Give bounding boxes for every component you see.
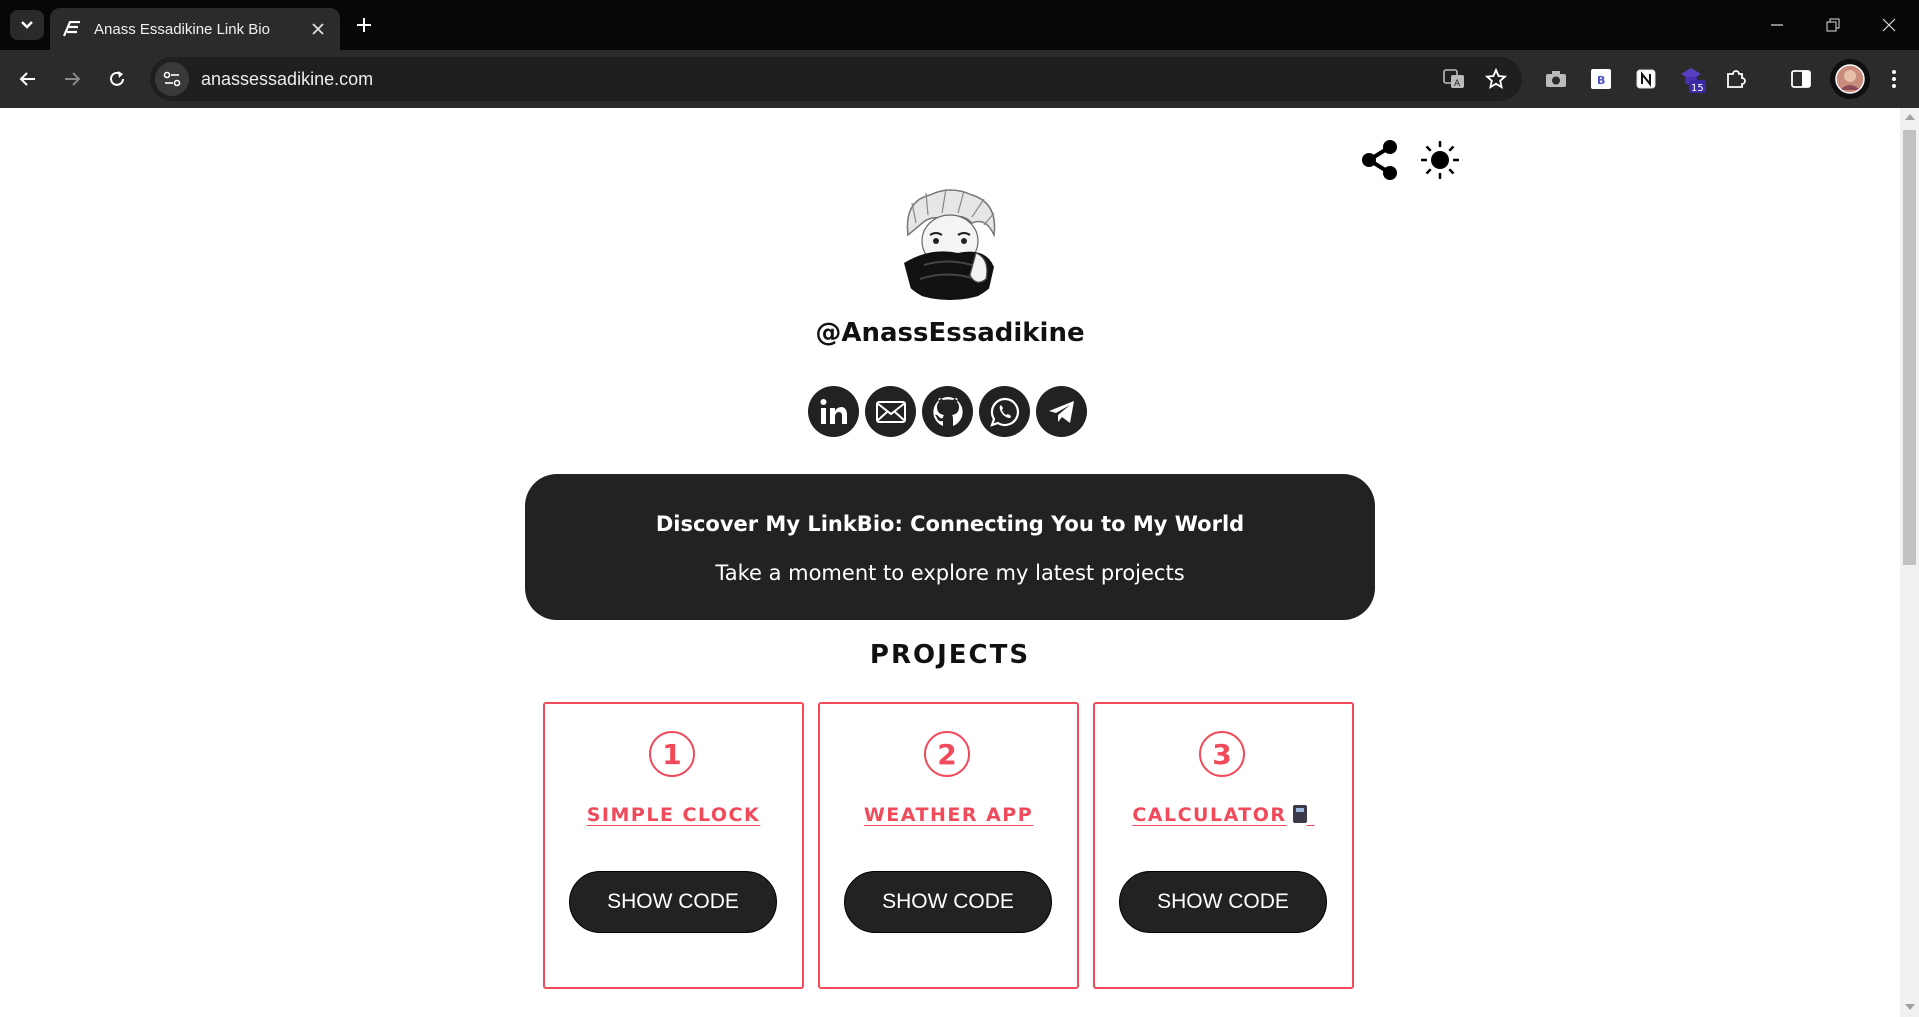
whatsapp-icon: [989, 397, 1019, 427]
linkedin-icon: [820, 398, 847, 424]
close-window-button[interactable]: [1864, 4, 1914, 46]
profile-avatar[interactable]: [1830, 59, 1870, 99]
back-button[interactable]: [12, 63, 44, 95]
close-tab-icon[interactable]: [308, 19, 328, 39]
menu-kebab-icon[interactable]: [1878, 63, 1910, 95]
project-title[interactable]: WEATHER APP: [864, 804, 1033, 826]
intro-title: Discover My LinkBio: Connecting You to M…: [655, 512, 1245, 536]
project-number: 2: [924, 731, 970, 777]
tab-title: Anass Essadikine Link Bio: [94, 20, 270, 38]
browser-tab[interactable]: Anass Essadikine Link Bio: [50, 8, 340, 50]
show-code-button[interactable]: SHOW CODE: [844, 871, 1052, 933]
translate-icon[interactable]: A: [1438, 63, 1470, 95]
github-icon: [932, 396, 963, 426]
email-icon: [875, 400, 906, 423]
share-button[interactable]: [1358, 138, 1402, 182]
b-extension-icon[interactable]: B: [1585, 63, 1617, 95]
scroll-down-arrow-icon[interactable]: [1905, 1004, 1915, 1010]
restore-button[interactable]: [1808, 4, 1858, 46]
profile-username: @AnassEssadikine: [815, 318, 1085, 348]
svg-text:B: B: [1597, 74, 1605, 87]
project-number: 3: [1199, 731, 1245, 777]
calculator-emoji-icon: [1292, 805, 1307, 823]
projects-heading: PROJECTS: [869, 640, 1031, 670]
project-card: 1 SIMPLE CLOCK SHOW CODE: [543, 702, 804, 989]
intro-subtitle: Take a moment to explore my latest proje…: [715, 561, 1185, 585]
side-panel-icon[interactable]: [1785, 63, 1817, 95]
sun-icon: [1421, 141, 1459, 179]
browser-toolbar: anassessadikine.com A B 15: [0, 50, 1919, 108]
social-links: [808, 386, 1087, 438]
linkedin-link[interactable]: [808, 386, 859, 437]
reload-button[interactable]: [101, 63, 133, 95]
svg-text:A: A: [1454, 79, 1461, 89]
plus-icon: [357, 18, 371, 32]
bookmark-star-icon[interactable]: [1480, 63, 1512, 95]
minimize-icon: [1771, 24, 1783, 26]
restore-icon: [1826, 18, 1840, 32]
arrow-right-icon: [65, 72, 81, 86]
arrow-left-icon: [19, 72, 35, 86]
minimize-button[interactable]: [1752, 4, 1802, 46]
forward-button[interactable]: [56, 63, 88, 95]
github-link[interactable]: [922, 386, 973, 437]
scrollbar-thumb[interactable]: [1903, 130, 1916, 565]
tab-search-button[interactable]: [10, 10, 44, 40]
extension-badge: 15: [1691, 83, 1704, 94]
share-icon: [1362, 140, 1397, 180]
telegram-icon: [1048, 400, 1074, 423]
chevron-down-icon: [21, 21, 33, 29]
url-text[interactable]: anassessadikine.com: [201, 69, 1438, 90]
tab-strip: Anass Essadikine Link Bio: [0, 0, 1919, 50]
project-card: 3 CALCULATOR SHOW CODE: [1093, 702, 1354, 989]
project-link[interactable]: CALCULATOR: [1095, 804, 1352, 826]
page-scrollbar[interactable]: [1900, 108, 1919, 1017]
profile-avatar-image: [890, 183, 1010, 303]
purple-extension-icon[interactable]: 15: [1676, 63, 1708, 95]
address-bar[interactable]: anassessadikine.com A: [150, 57, 1522, 101]
telegram-link[interactable]: [1036, 386, 1087, 437]
extensions-puzzle-icon[interactable]: [1720, 63, 1752, 95]
camera-extension-icon[interactable]: [1540, 63, 1572, 95]
project-title[interactable]: CALCULATOR: [1132, 804, 1286, 826]
show-code-button[interactable]: SHOW CODE: [1119, 871, 1327, 933]
notion-icon[interactable]: [1630, 63, 1662, 95]
scroll-up-arrow-icon[interactable]: [1905, 114, 1915, 120]
close-icon: [1882, 18, 1896, 32]
theme-toggle-button[interactable]: [1418, 138, 1462, 182]
project-link[interactable]: WEATHER APP: [820, 804, 1077, 826]
project-link[interactable]: SIMPLE CLOCK: [545, 804, 802, 826]
site-info-icon[interactable]: [155, 62, 189, 96]
project-title[interactable]: SIMPLE CLOCK: [587, 804, 760, 826]
email-link[interactable]: [865, 386, 916, 437]
project-card: 2 WEATHER APP SHOW CODE: [818, 702, 1079, 989]
project-number: 1: [649, 731, 695, 777]
intro-banner: Discover My LinkBio: Connecting You to M…: [525, 474, 1375, 620]
new-tab-button[interactable]: [352, 13, 376, 37]
page-viewport: @AnassEssadikine Discover My LinkBio: Co…: [0, 108, 1900, 1017]
site-favicon-icon: [62, 20, 82, 38]
show-code-button[interactable]: SHOW CODE: [569, 871, 777, 933]
whatsapp-link[interactable]: [979, 386, 1030, 437]
reload-icon: [110, 71, 124, 86]
